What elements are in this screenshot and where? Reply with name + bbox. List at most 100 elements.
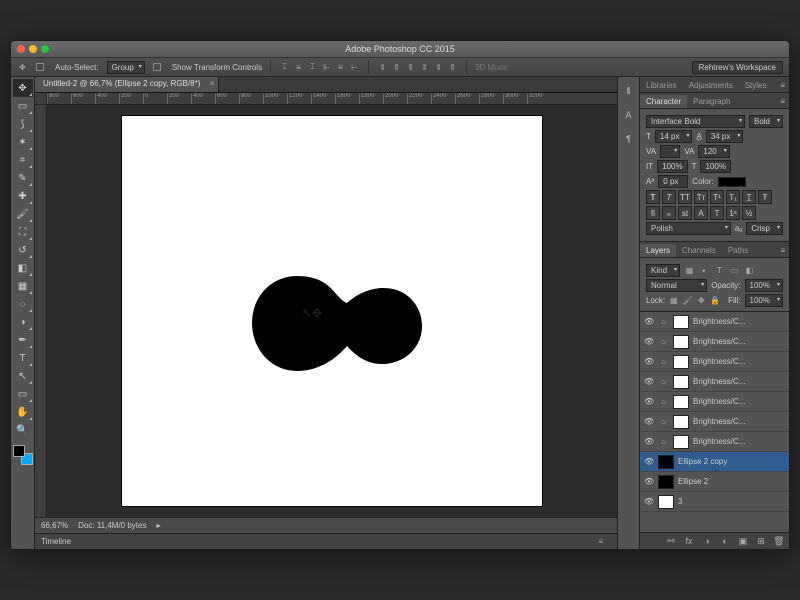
eraser-tool[interactable]: ◧ [13,259,33,277]
filter-smart-icon[interactable]: ◧ [744,265,755,276]
timeline-menu-icon[interactable]: ≡ [594,535,607,548]
visibility-eye-icon[interactable]: 👁 [644,317,654,326]
delete-layer-icon[interactable]: 🗑 [773,535,785,547]
zoom-tool[interactable]: 🔍 [13,421,33,439]
bold-button[interactable]: T [646,190,660,204]
superscript-button[interactable]: T¹ [710,190,724,204]
doc-info-chevron-icon[interactable]: ▸ [156,521,160,530]
fractions-button[interactable]: ½ [742,206,756,220]
antialias-dropdown[interactable]: Crisp [746,222,783,235]
pen-tool[interactable]: ✒ [13,331,33,349]
discretionary-button[interactable]: st [678,206,692,220]
layer-row[interactable]: 👁☼Brightness/C... [640,312,789,332]
ordinals-button[interactable]: 1ˢ [726,206,740,220]
layer-name[interactable]: Brightness/C... [693,417,785,426]
document-canvas[interactable]: ↖✥ [122,116,542,506]
layer-row[interactable]: 👁Ellipse 2 copy [640,452,789,472]
layer-name[interactable]: Brightness/C... [693,397,785,406]
filter-shape-icon[interactable]: ▭ [729,265,740,276]
distribute-2-icon[interactable]: ‖ [391,62,402,73]
opacity-field[interactable]: 100% [745,279,783,292]
layer-row[interactable]: 👁☼Brightness/C... [640,412,789,432]
tab-paths[interactable]: Paths [722,244,754,257]
layer-name[interactable]: Ellipse 2 [678,477,785,486]
wand-tool[interactable]: ✶ [13,133,33,151]
layer-row[interactable]: 👁☼Brightness/C... [640,392,789,412]
show-transform-checkbox[interactable] [153,63,161,71]
smallcaps-button[interactable]: Tᴛ [694,190,708,204]
lock-position-icon[interactable]: ✥ [697,295,706,306]
layer-row[interactable]: 👁Ellipse 2 [640,472,789,492]
swash-button[interactable]: A [694,206,708,220]
new-layer-icon[interactable]: ⊞ [755,535,767,547]
text-color-swatch[interactable] [718,177,746,187]
character-menu-icon[interactable]: ≡ [776,95,789,108]
tracking-field[interactable]: 120 [698,145,729,158]
auto-select-checkbox[interactable] [36,63,44,71]
foreground-color-swatch[interactable] [13,445,25,457]
layer-name[interactable]: Brightness/C... [693,317,785,326]
brush-tool[interactable]: 🖌 [13,205,33,223]
font-family-dropdown[interactable]: Interface Bold [646,115,745,128]
fx-icon[interactable]: fx [683,535,695,547]
distribute-4-icon[interactable]: ‖ [419,62,430,73]
tab-channels[interactable]: Channels [676,244,722,257]
layer-row[interactable]: 👁☼Brightness/C... [640,432,789,452]
font-size-field[interactable]: 14 px [655,130,693,143]
zoom-level[interactable]: 66,67% [41,521,68,530]
new-adjustment-icon[interactable]: ◐ [719,535,731,547]
move-tool[interactable]: ✥ [13,79,33,97]
marquee-tool[interactable]: ▭ [13,97,33,115]
dock-icon-1[interactable]: ⫴ [621,83,637,99]
layer-name[interactable]: 3 [678,497,785,506]
visibility-eye-icon[interactable]: 👁 [644,357,654,366]
filter-adjust-icon[interactable]: ◐ [699,265,710,276]
visibility-eye-icon[interactable]: 👁 [644,377,654,386]
dodge-tool[interactable]: ◑ [13,313,33,331]
blend-mode-dropdown[interactable]: Normal [646,279,707,292]
layer-name[interactable]: Brightness/C... [693,357,785,366]
distribute-3-icon[interactable]: ‖ [405,62,416,73]
history-brush-tool[interactable]: ↺ [13,241,33,259]
tab-libraries[interactable]: Libraries [640,79,683,92]
hscale-field[interactable]: 100% [700,160,730,173]
leading-field[interactable]: 34 px [706,130,744,143]
eyedropper-tool[interactable]: ✎ [13,169,33,187]
distribute-6-icon[interactable]: ‖ [447,62,458,73]
lock-pixels-icon[interactable]: 🖌 [683,295,693,306]
tab-adjustments[interactable]: Adjustments [683,79,739,92]
ligatures-button[interactable]: fi [646,206,660,220]
baseline-field[interactable]: 0 px [658,175,688,188]
heal-tool[interactable]: ✚ [13,187,33,205]
align-top-icon[interactable]: ⌶ [279,62,290,73]
lock-transparency-icon[interactable]: ▦ [669,295,678,306]
layer-name[interactable]: Brightness/C... [693,337,785,346]
new-group-icon[interactable]: ▣ [737,535,749,547]
stylistic-button[interactable]: T [710,206,724,220]
visibility-eye-icon[interactable]: 👁 [644,397,654,406]
layer-row[interactable]: 👁☼Brightness/C... [640,372,789,392]
tab-paragraph[interactable]: Paragraph [687,95,736,108]
filter-type-icon[interactable]: T [714,265,725,276]
dock-icon-3[interactable]: ¶ [621,131,637,147]
layer-row[interactable]: 👁☼Brightness/C... [640,352,789,372]
align-hcenter-icon[interactable]: ≡ [335,62,346,73]
link-layers-icon[interactable]: ⚯ [665,535,677,547]
align-bottom-icon[interactable]: ⌶ [307,62,318,73]
contextual-button[interactable]: ℴ [662,206,676,220]
underline-button[interactable]: T̲ [742,190,756,204]
vscale-field[interactable]: 100% [657,160,687,173]
visibility-eye-icon[interactable]: 👁 [644,497,654,506]
tab-styles[interactable]: Styles [739,79,773,92]
subscript-button[interactable]: T₁ [726,190,740,204]
layer-name[interactable]: Brightness/C... [693,437,785,446]
tab-layers[interactable]: Layers [640,244,676,257]
align-right-icon[interactable]: ⊢ [349,62,360,73]
layers-menu-icon[interactable]: ≡ [776,244,789,257]
visibility-eye-icon[interactable]: 👁 [644,417,654,426]
lasso-tool[interactable]: ⟆ [13,115,33,133]
color-swatches[interactable] [13,445,33,465]
shape-tool[interactable]: ▭ [13,385,33,403]
align-vcenter-icon[interactable]: ≡ [293,62,304,73]
fill-field[interactable]: 100% [745,294,783,307]
